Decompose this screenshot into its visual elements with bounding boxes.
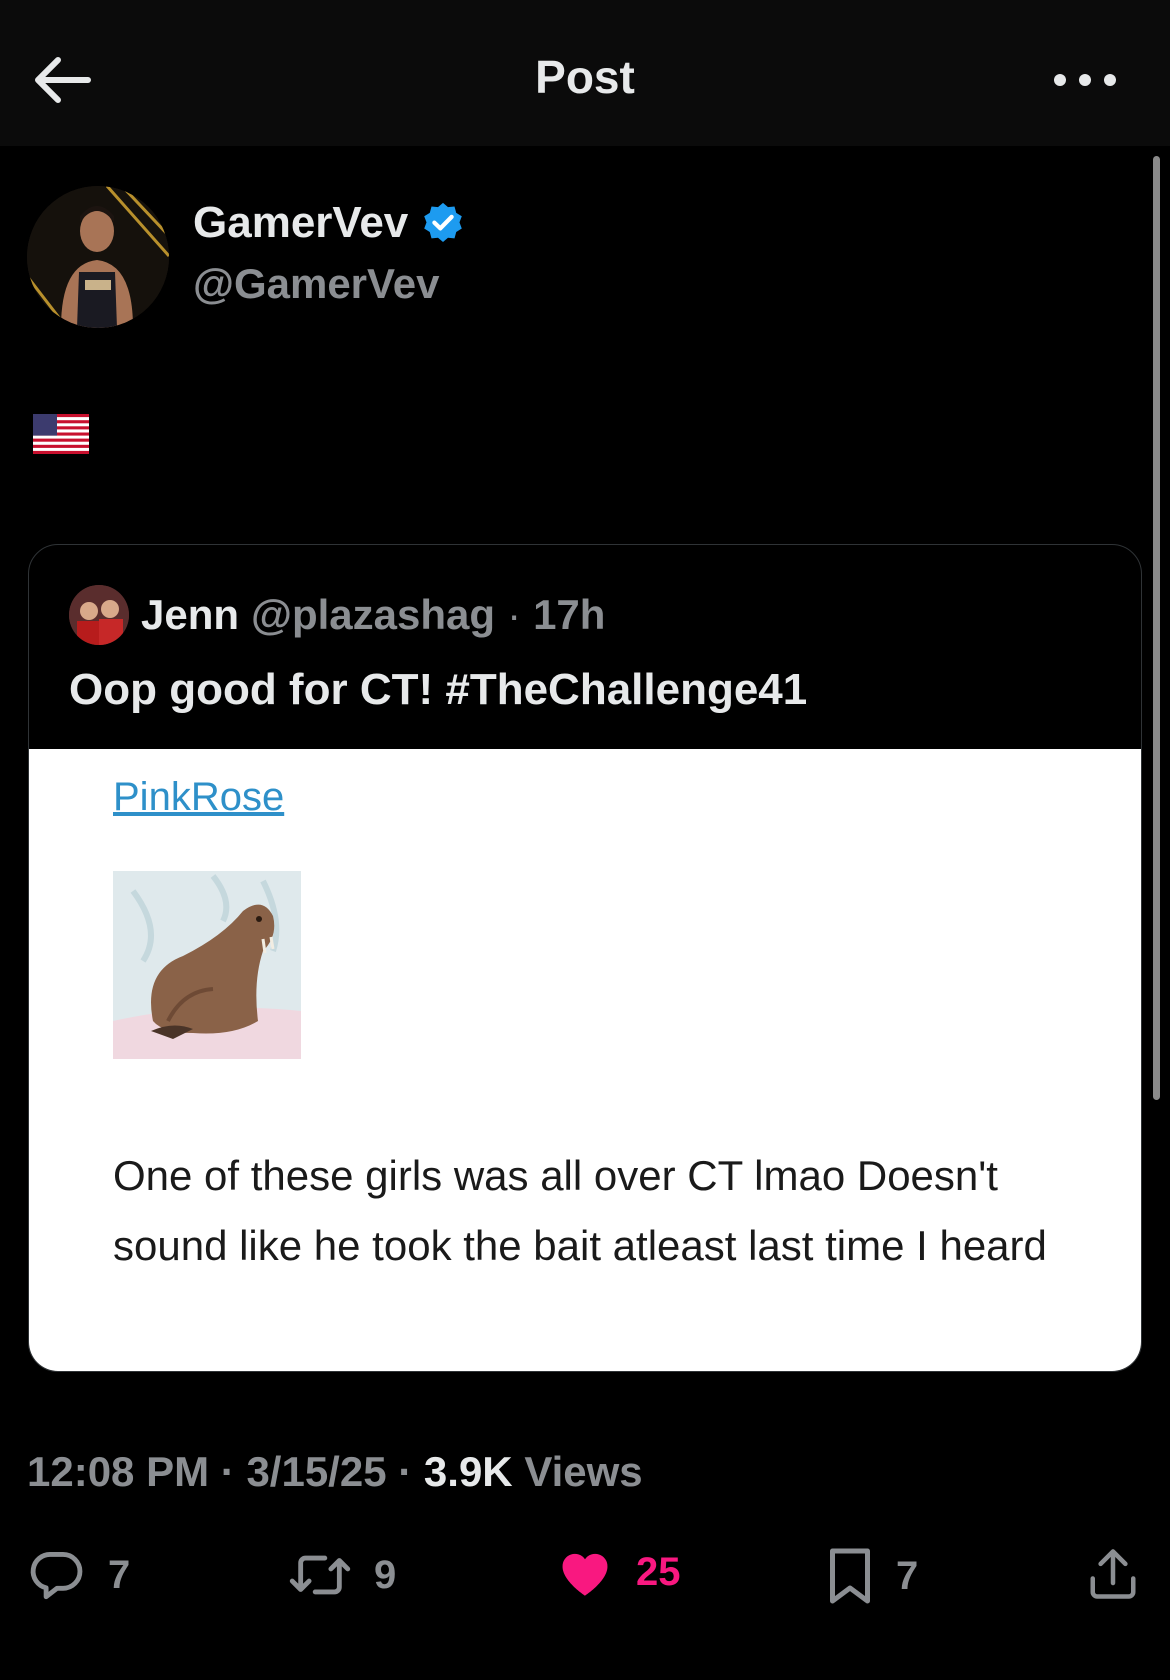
like-count: 25 (636, 1549, 681, 1594)
share-icon (1090, 1549, 1136, 1599)
us-flag-icon (33, 414, 89, 454)
reply-icon (30, 1552, 83, 1600)
repost-count: 9 (374, 1552, 397, 1597)
post-meta: 12:08 PM · 3/15/25 · 3.9K Views (27, 1448, 643, 1496)
quoted-author-handle: @plazashag (251, 591, 496, 638)
reply-button[interactable]: 7 (28, 1546, 130, 1604)
reply-count: 7 (108, 1552, 131, 1597)
post-date: 3/15/25 (246, 1448, 387, 1495)
views-label: Views (524, 1448, 643, 1495)
media-username-link[interactable]: PinkRose (113, 775, 284, 820)
top-bar: Post (0, 0, 1170, 146)
scrollbar[interactable] (1153, 156, 1160, 1100)
separator-dot: · (220, 1448, 235, 1495)
author-handle[interactable]: @GamerVev (193, 260, 439, 308)
avatar-photo (27, 186, 169, 328)
quoted-avatar-photo (69, 585, 129, 645)
action-bar: 7 9 25 7 (0, 1546, 1170, 1610)
like-button[interactable]: 25 (556, 1546, 681, 1598)
page-title: Post (535, 51, 635, 103)
more-options-button[interactable] (1050, 60, 1120, 100)
repost-button[interactable]: 9 (288, 1546, 396, 1604)
separator-dot: · (398, 1448, 413, 1495)
views-count: 3.9K (423, 1448, 513, 1495)
separator-dot: · (507, 591, 522, 638)
author-name[interactable]: GamerVev (193, 198, 466, 248)
post-text (33, 414, 89, 454)
post-time: 12:08 PM (27, 1448, 210, 1495)
bookmark-button[interactable]: 7 (826, 1546, 918, 1606)
quoted-post-card[interactable]: Jenn @plazashag · 17h Oop good for CT! #… (28, 544, 1142, 1372)
author-avatar[interactable] (27, 186, 169, 328)
quoted-post-time: 17h (533, 591, 606, 638)
repost-icon (289, 1555, 351, 1595)
heart-icon (562, 1553, 608, 1596)
walrus-image (113, 871, 301, 1059)
bookmark-icon (830, 1548, 870, 1604)
quoted-author-name: Jenn (141, 591, 240, 638)
author-display-name: GamerVev (193, 198, 409, 247)
media-body-text: One of these girls was all over CT lmao … (113, 1152, 1047, 1269)
quoted-post-media[interactable]: PinkRose One of these girls was all over… (29, 749, 1141, 1371)
ellipsis-icon (1054, 74, 1116, 86)
share-button[interactable] (1086, 1546, 1140, 1602)
quoted-post-text: Oop good for CT! #TheChallenge41 (69, 665, 808, 714)
verified-badge-icon (424, 202, 463, 242)
quoted-author-avatar[interactable] (69, 585, 129, 645)
bookmark-count: 7 (896, 1553, 919, 1598)
quoted-post-header: Jenn @plazashag · 17h (69, 585, 605, 645)
